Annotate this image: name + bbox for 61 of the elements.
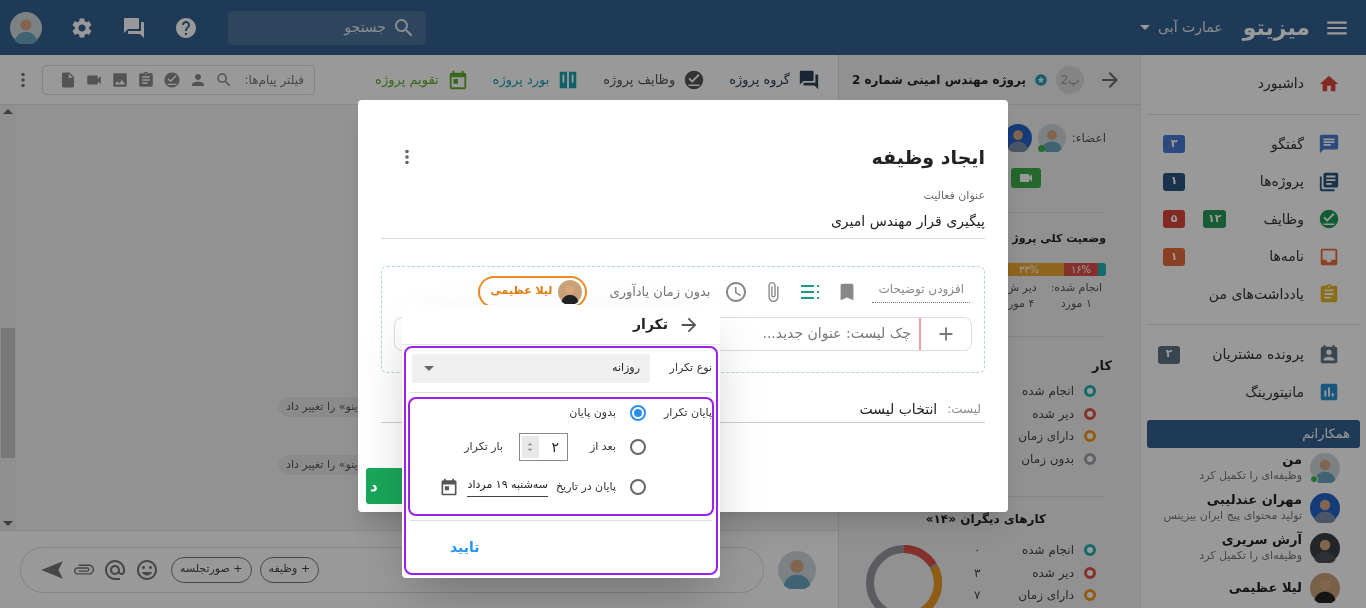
option-suffix: بار تکرار (464, 438, 503, 455)
dialog-title: ایجاد وظیفه (871, 144, 985, 171)
colleague-name: لیلا عظیمی (1228, 580, 1302, 596)
sidebar-item[interactable]: مانیتورینگ (1141, 373, 1366, 411)
legend-label: دارای زمان (1018, 428, 1074, 446)
workspace-dropdown[interactable]: عمارت آبی (1140, 17, 1223, 38)
sidebar-item[interactable]: یادداشت‌های من (1141, 275, 1366, 314)
date-field[interactable]: سه‌شنبه ۱۹ مرداد (467, 477, 548, 497)
search-field[interactable]: جستجو (228, 10, 426, 45)
field-label: نوع تکرار (668, 359, 712, 376)
project-title: پروژه مهندس امینی شماره 2 (851, 71, 1026, 89)
project-tab[interactable]: گروه پروژه (729, 68, 820, 91)
colleague-name: مهران عندلیبی (1205, 492, 1302, 508)
progress-segment: ۱۶% (1064, 263, 1098, 276)
sidebar-item[interactable]: داشبورد (1141, 65, 1366, 103)
field-label: پایان تکرار (664, 404, 712, 421)
sidebar-item[interactable]: پرونده مشتریان ۲ (1141, 335, 1366, 374)
description-field[interactable]: افزودن توضیحات (872, 280, 970, 303)
legend-label: دارای زمان (1018, 587, 1074, 605)
legend-label: بدون زمان (1021, 450, 1074, 468)
count-badge: ۱۲ (1203, 210, 1227, 229)
colleague-name: آرش سریری (1220, 532, 1302, 548)
repeat-type-select[interactable]: روزانه (412, 353, 650, 383)
stat-value: ۴ مور (1008, 296, 1035, 312)
popup-title: تکرار (633, 315, 668, 335)
count-badge: ۳ (1163, 135, 1185, 154)
legend-count: ۷ (974, 587, 981, 605)
legend-count: ۳ (974, 564, 981, 582)
legend-label: دیر شده (1032, 564, 1074, 582)
legend-count: ۰ (974, 542, 981, 560)
legend-label: انجام شده (1022, 383, 1074, 401)
option-label: پایان در تاریخ (556, 478, 616, 495)
sidebar-item[interactable]: گفتگو ۳ (1141, 125, 1366, 163)
option-label: بعد از (590, 438, 616, 455)
colleague-status: تولید محتوای پیج ایران بیزینس (1163, 508, 1302, 524)
filter-label: فیلتر پیام‌ها: (244, 71, 304, 89)
section-header: همکارانم (1147, 420, 1360, 448)
reminder-label[interactable]: بدون زمان یادآوری (609, 281, 711, 302)
legend-label: دیر شده (1032, 405, 1074, 423)
project-tab[interactable]: وظایف پروژه (603, 68, 706, 91)
title-field[interactable]: عنوان فعالیت پیگیری قرار مهندس امیری (381, 188, 985, 239)
count-spinner[interactable]: ۲ (519, 433, 568, 461)
legend-label: انجام شده (1022, 542, 1074, 560)
count-badge: ۲ (1158, 345, 1181, 364)
section-title: کارهای دیگران «۱۴» (925, 511, 1046, 528)
brand-logo[interactable]: میزیتو (1242, 11, 1310, 44)
sidebar-item[interactable]: وظایف ۱۲ ۵ (1141, 200, 1366, 238)
sidebar-item[interactable]: نامه‌ها ۱ (1141, 238, 1366, 276)
stat-value: ۱ مورد (1060, 296, 1092, 312)
section-title: کار (1092, 357, 1112, 376)
colleague-name: من (1281, 452, 1302, 468)
sidebar-item[interactable]: پروژه‌ها ۱ (1141, 162, 1366, 201)
section-title: وضعیت کلی پروژ (1012, 230, 1106, 247)
count-badge: ۵ (1163, 210, 1185, 229)
option-label: بدون پایان (569, 404, 616, 421)
members-label: اعضاء: (1071, 130, 1106, 147)
colleague-status: وظیفه‌ای را تکمیل کرد (1199, 468, 1302, 484)
stat-label: انجام شده: (1050, 280, 1102, 296)
count-badge: ۱ (1163, 172, 1185, 191)
count-badge: ۱ (1163, 247, 1185, 266)
colleague-status: وظیفه‌ای را تکمیل کرد (1199, 548, 1302, 564)
